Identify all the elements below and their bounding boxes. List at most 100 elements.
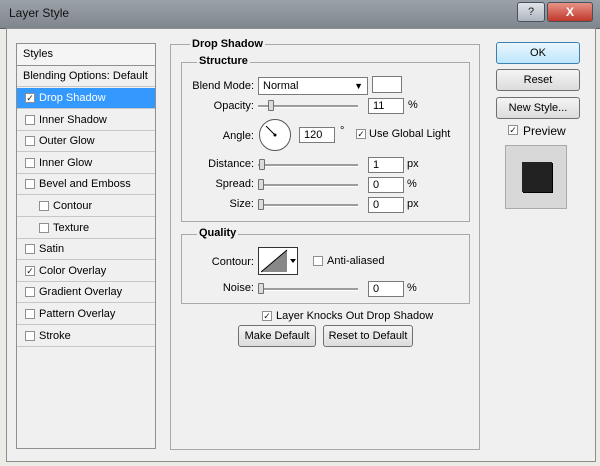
style-checkbox[interactable]	[25, 330, 35, 341]
slider-track	[258, 164, 358, 167]
style-item-label: Contour	[53, 200, 93, 212]
title-bar: Layer Style ? X	[0, 0, 600, 29]
make-default-button[interactable]: Make Default	[238, 325, 316, 347]
drop-shadow-title: Drop Shadow	[190, 38, 265, 50]
style-item-drop-shadow[interactable]: ✓ Drop Shadow	[17, 88, 155, 109]
blend-mode-value: Normal	[263, 80, 299, 92]
distance-slider[interactable]	[258, 159, 358, 171]
style-checkbox[interactable]	[25, 114, 35, 125]
noise-slider[interactable]	[258, 283, 358, 295]
contour-picker[interactable]	[258, 247, 298, 275]
angle-input[interactable]: 120	[299, 127, 335, 143]
spread-slider[interactable]	[258, 179, 358, 191]
style-checkbox[interactable]: ✓	[25, 93, 35, 103]
style-item-label: Inner Glow	[39, 156, 93, 169]
distance-unit: px	[407, 158, 419, 170]
new-style-button[interactable]: New Style...	[496, 97, 580, 119]
slider-thumb[interactable]	[258, 283, 264, 294]
style-item-label: Pattern Overlay	[39, 308, 116, 320]
blending-options-item[interactable]: Blending Options: Default	[17, 66, 155, 87]
opacity-label: Opacity:	[213, 100, 254, 112]
quality-title: Quality	[197, 227, 239, 239]
opacity-unit: %	[408, 99, 418, 111]
close-button[interactable]: X	[547, 2, 593, 22]
global-light-label: Use Global Light	[369, 128, 451, 140]
opacity-slider[interactable]	[258, 100, 358, 112]
angle-unit: °	[340, 125, 345, 137]
preview-checkbox[interactable]: ✓	[508, 125, 518, 135]
knockout-checkbox[interactable]: ✓	[262, 311, 272, 321]
angle-dial[interactable]	[259, 119, 291, 151]
distance-input[interactable]: 1	[368, 157, 404, 173]
blend-mode-select[interactable]: Normal ▼	[258, 77, 368, 95]
style-item-gradient-overlay[interactable]: Gradient Overlay	[17, 282, 155, 304]
slider-track	[258, 184, 358, 187]
style-item-inner-glow[interactable]: Inner Glow	[17, 153, 155, 174]
style-checkbox[interactable]	[39, 201, 49, 211]
spread-input[interactable]: 0	[368, 177, 404, 193]
anti-aliased-label: Anti-aliased	[327, 255, 385, 267]
style-item-label: Color Overlay	[39, 264, 107, 277]
spread-label: Spread:	[215, 178, 254, 190]
shadow-color-swatch[interactable]	[372, 76, 402, 93]
global-light-checkbox[interactable]: ✓	[356, 129, 366, 139]
noise-input[interactable]: 0	[368, 281, 404, 297]
style-checkbox[interactable]	[25, 244, 35, 255]
size-slider[interactable]	[258, 199, 358, 211]
styles-header: Styles	[17, 44, 155, 66]
ok-button[interactable]: OK	[496, 42, 580, 64]
style-checkbox[interactable]	[25, 287, 35, 298]
anti-aliased-checkbox[interactable]	[313, 256, 323, 266]
style-item-contour[interactable]: Contour	[17, 196, 155, 217]
opacity-input[interactable]: 11	[368, 98, 404, 114]
size-unit: px	[407, 198, 419, 210]
size-input[interactable]: 0	[368, 197, 404, 213]
style-item-outer-glow[interactable]: Outer Glow	[17, 131, 155, 153]
reset-button[interactable]: Reset	[496, 69, 580, 91]
style-item-inner-shadow[interactable]: Inner Shadow	[17, 110, 155, 131]
slider-thumb[interactable]	[258, 199, 264, 210]
noise-label: Noise:	[222, 282, 254, 294]
style-item-bevel-and-emboss[interactable]: Bevel and Emboss	[17, 174, 155, 196]
window-title: Layer Style	[9, 6, 70, 20]
slider-thumb[interactable]	[259, 159, 265, 170]
style-item-label: Drop Shadow	[39, 92, 106, 104]
style-item-texture[interactable]: Texture	[17, 218, 155, 239]
styles-panel: Styles Blending Options: Default ✓ Drop S…	[16, 43, 156, 449]
distance-label: Distance:	[208, 158, 254, 170]
reset-to-default-button[interactable]: Reset to Default	[323, 325, 413, 347]
style-item-label: Texture	[53, 221, 90, 234]
knockout-label: Layer Knocks Out Drop Shadow	[276, 310, 434, 322]
noise-unit: %	[407, 282, 417, 294]
slider-thumb[interactable]	[268, 100, 274, 111]
style-item-stroke[interactable]: Stroke	[17, 326, 155, 347]
contour-label: Contour:	[211, 256, 254, 268]
spread-unit: %	[407, 178, 417, 190]
slider-track	[258, 204, 358, 207]
style-item-label: Gradient Overlay	[39, 286, 123, 299]
blend-mode-label: Blend Mode:	[192, 80, 254, 92]
style-checkbox[interactable]	[25, 157, 35, 168]
style-checkbox[interactable]	[39, 222, 49, 233]
slider-track	[258, 288, 358, 291]
structure-title: Structure	[197, 55, 250, 67]
contour-curve-icon	[260, 248, 297, 274]
style-checkbox[interactable]	[25, 309, 35, 319]
style-item-label: Outer Glow	[39, 135, 95, 148]
dropdown-arrow-icon: ▼	[354, 81, 363, 91]
style-item-color-overlay[interactable]: ✓ Color Overlay	[17, 261, 155, 282]
angle-needle-icon	[265, 125, 277, 137]
help-button[interactable]: ?	[517, 2, 545, 22]
slider-thumb[interactable]	[258, 179, 264, 190]
style-item-label: Satin	[39, 243, 65, 256]
style-checkbox[interactable]: ✓	[25, 265, 35, 276]
preview-label: Preview	[523, 124, 566, 138]
size-label: Size:	[229, 198, 254, 210]
style-item-label: Bevel and Emboss	[39, 178, 131, 191]
style-checkbox[interactable]	[25, 136, 35, 147]
style-item-satin[interactable]: Satin	[17, 239, 155, 261]
style-checkbox[interactable]	[25, 179, 35, 190]
preview-box	[505, 145, 567, 209]
style-item-pattern-overlay[interactable]: Pattern Overlay	[17, 304, 155, 325]
style-item-label: Inner Shadow	[39, 113, 107, 126]
